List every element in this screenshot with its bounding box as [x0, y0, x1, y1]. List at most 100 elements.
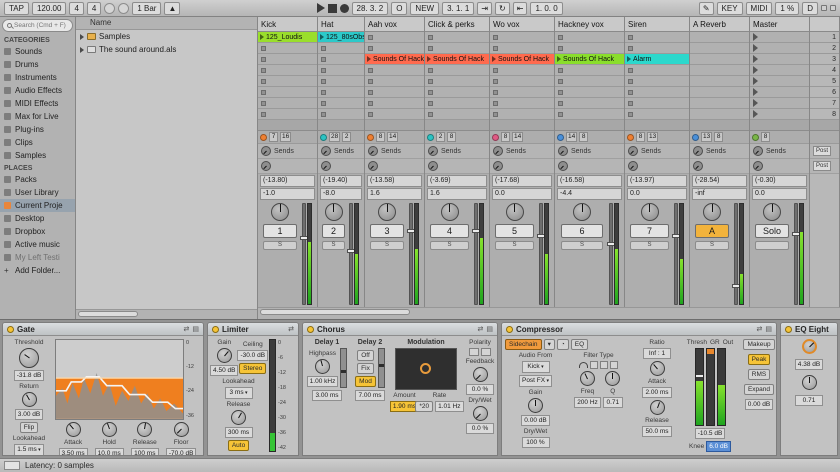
- mod-rate-value[interactable]: 1.01 Hz: [435, 401, 464, 412]
- pan-knob[interactable]: [505, 203, 524, 221]
- release-knob[interactable]: [137, 421, 153, 437]
- filter-highpass-icon[interactable]: [610, 361, 618, 369]
- clip-stop-button[interactable]: [558, 100, 563, 106]
- track-title[interactable]: Kick: [258, 17, 317, 32]
- clip[interactable]: Alarm: [625, 54, 689, 64]
- scene-launch-button[interactable]: [753, 33, 758, 41]
- pan-knob[interactable]: [271, 203, 289, 221]
- return-value[interactable]: 3.00 dB: [14, 409, 44, 420]
- return-knob[interactable]: [21, 392, 37, 407]
- delay2-mode-mod[interactable]: Mod: [355, 375, 376, 387]
- io-channel-value[interactable]: 8: [447, 132, 456, 142]
- threshold-knob[interactable]: [19, 348, 39, 368]
- tempo-field[interactable]: 120.00: [31, 1, 67, 15]
- clip-slot[interactable]: [555, 43, 624, 54]
- sidebar-item-clips[interactable]: Clips: [0, 136, 75, 149]
- track-activator-button[interactable]: 6: [560, 224, 604, 238]
- browser-hscrollbar[interactable]: [76, 309, 257, 319]
- sidechain-gain-knob[interactable]: [528, 398, 543, 413]
- clip-slot[interactable]: Sounds Of Hack: [365, 54, 424, 65]
- clip-slot[interactable]: [258, 87, 317, 98]
- hot-swap-icon[interactable]: ⇄: [288, 325, 294, 333]
- loop-toggle[interactable]: ↻: [495, 1, 510, 15]
- clip-slot[interactable]: [425, 32, 489, 43]
- punch-in-toggle[interactable]: ⇥: [477, 1, 493, 15]
- solo-button[interactable]: S: [560, 241, 604, 250]
- clip-stop-button[interactable]: [558, 67, 563, 73]
- send-b-knob[interactable]: [428, 161, 438, 171]
- clip-stop-button[interactable]: [493, 100, 498, 106]
- clip-stop-button[interactable]: [428, 89, 433, 95]
- solo-button[interactable]: S: [430, 241, 469, 250]
- device-activator-icon[interactable]: [212, 325, 219, 333]
- new-button[interactable]: NEW: [410, 1, 440, 15]
- clip-stop-button[interactable]: [493, 45, 498, 51]
- hold-knob[interactable]: [101, 421, 117, 437]
- clip-stop-button[interactable]: [368, 34, 373, 40]
- clip-slot[interactable]: [425, 87, 489, 98]
- solo-button[interactable]: S: [630, 241, 669, 250]
- pan-knob[interactable]: [763, 203, 781, 221]
- track-title[interactable]: Wo vox: [490, 17, 554, 32]
- hot-swap-icon[interactable]: ⇄: [184, 325, 190, 333]
- gain-knob[interactable]: [216, 348, 232, 363]
- sidebar-place-current-proje[interactable]: Current Proje: [0, 199, 75, 212]
- sidebar-item-midi-effects[interactable]: MIDI Effects: [0, 97, 75, 110]
- track-volume-display[interactable]: -4.4: [557, 188, 622, 200]
- clip-slot[interactable]: [258, 98, 317, 109]
- send-b-knob[interactable]: [368, 161, 378, 171]
- send-b-knob[interactable]: [321, 161, 331, 171]
- overdub-toggle[interactable]: O: [391, 1, 408, 15]
- clip-stop-button[interactable]: [558, 111, 563, 117]
- pan-knob[interactable]: [440, 203, 459, 221]
- clip-stop-button[interactable]: [321, 56, 326, 62]
- track-title[interactable]: Hat: [318, 17, 364, 32]
- io-channel-value[interactable]: 8: [376, 132, 385, 142]
- clip-slot[interactable]: [625, 98, 689, 109]
- clip-stop-button[interactable]: [628, 100, 633, 106]
- track-title[interactable]: Hackney vox: [555, 17, 624, 32]
- clip-slot[interactable]: [490, 32, 554, 43]
- punch-out-toggle[interactable]: ⇤: [512, 1, 528, 15]
- browser-item-samples[interactable]: Samples: [76, 30, 257, 43]
- solo-button[interactable]: S: [370, 241, 404, 250]
- volume-fader[interactable]: [300, 203, 309, 305]
- activity-view-icon[interactable]: ◔: [556, 339, 569, 350]
- clip-slot[interactable]: [625, 76, 689, 87]
- solo-button[interactable]: S: [695, 241, 729, 250]
- clip-stop-button[interactable]: [493, 78, 498, 84]
- io-channel-value[interactable]: 8: [761, 132, 770, 142]
- clip-slot[interactable]: [318, 76, 364, 87]
- clip-stop-button[interactable]: [368, 45, 373, 51]
- stop-button[interactable]: [327, 3, 337, 13]
- send-a-knob[interactable]: [753, 146, 763, 156]
- expand-icon[interactable]: [80, 33, 84, 40]
- clip-slot[interactable]: [258, 76, 317, 87]
- pan-knob[interactable]: [324, 203, 343, 221]
- clip-slot[interactable]: [258, 54, 317, 65]
- track-volume-display[interactable]: 0.0: [752, 188, 807, 200]
- hot-swap-icon[interactable]: ⇄: [478, 325, 484, 333]
- filter-q-knob[interactable]: [605, 371, 621, 386]
- clip-slot[interactable]: [258, 43, 317, 54]
- clip-stop-button[interactable]: [428, 78, 433, 84]
- scene-launch-button[interactable]: [753, 44, 758, 52]
- clip-slot[interactable]: [625, 87, 689, 98]
- sidebar-item-max-for-live[interactable]: Max for Live: [0, 110, 75, 123]
- scene-slot[interactable]: 5: [810, 76, 839, 87]
- delay2-time-value[interactable]: 7.00 ms: [355, 390, 385, 401]
- send-a-knob[interactable]: [428, 146, 438, 156]
- send-b-knob[interactable]: [628, 161, 638, 171]
- clip-slot[interactable]: Alarm: [625, 54, 689, 65]
- nudge-down-button[interactable]: [104, 2, 116, 14]
- pan-knob[interactable]: [378, 203, 396, 221]
- clip-slot[interactable]: [318, 54, 364, 65]
- slider-handle[interactable]: [378, 364, 384, 368]
- volume-fader[interactable]: [407, 203, 416, 305]
- session-hscrollbar[interactable]: [258, 307, 840, 319]
- clip-stop-button[interactable]: [261, 100, 266, 106]
- play-button[interactable]: [316, 3, 325, 13]
- sidebar-item-audio-effects[interactable]: Audio Effects: [0, 84, 75, 97]
- volume-fader[interactable]: [347, 203, 356, 305]
- sidechain-dry-wet-value[interactable]: 100 %: [521, 437, 550, 448]
